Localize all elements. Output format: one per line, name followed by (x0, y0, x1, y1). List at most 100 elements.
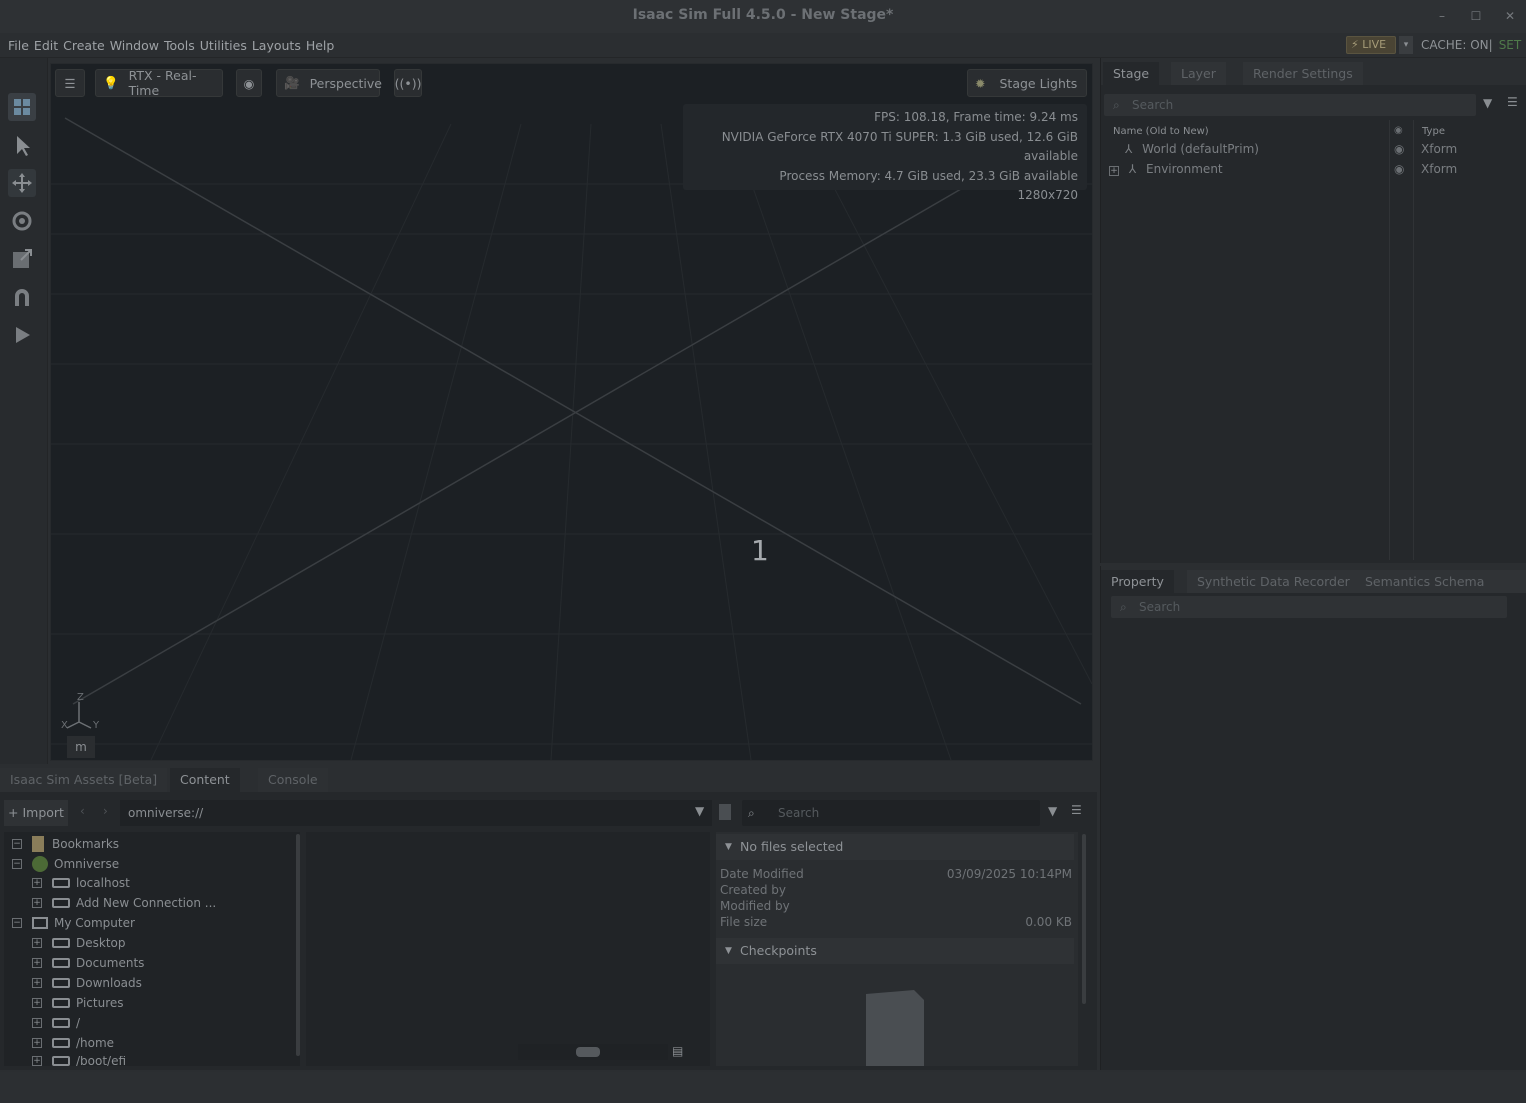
expand-icon[interactable]: + (32, 1038, 42, 1048)
content-search-input[interactable]: ⌕ Search (742, 800, 1040, 826)
tree-item-downloads[interactable]: + Downloads (32, 976, 142, 990)
expand-icon[interactable]: + (32, 998, 42, 1008)
back-button[interactable]: ‹ (80, 804, 85, 818)
play-button[interactable] (7, 320, 37, 350)
tree-item-boot-efi[interactable]: + /boot/efi (32, 1056, 126, 1066)
menu-layouts[interactable]: Layouts (252, 38, 301, 53)
drive-icon (52, 998, 70, 1008)
tree-item-bookmarks[interactable]: − Bookmarks (12, 836, 119, 852)
collapse-icon[interactable]: − (12, 839, 22, 849)
rotate-tool-button[interactable] (7, 206, 37, 236)
file-list[interactable]: ▤ (306, 832, 710, 1066)
path-dropdown-icon[interactable]: ▼ (695, 804, 704, 818)
expand-icon[interactable]: + (32, 898, 42, 908)
tree-item-my-computer[interactable]: − My Computer (12, 916, 135, 930)
tab-semantics-schema-editor[interactable]: Semantics Schema Editor (1355, 570, 1526, 612)
forward-button[interactable]: › (103, 804, 108, 818)
expand-icon[interactable]: + (1109, 166, 1119, 176)
filter-icon[interactable]: ▼ (1048, 804, 1057, 818)
tree-item-root[interactable]: + / (32, 1016, 80, 1030)
viewport[interactable]: ☰ 💡 RTX - Real-Time ◉ 🎥 Perspective ((•)… (50, 63, 1093, 761)
renderer-button[interactable]: 💡 RTX - Real-Time (95, 68, 223, 98)
live-button[interactable]: ⚡ LIVE (1346, 36, 1396, 54)
minimize-button[interactable]: – (1434, 8, 1450, 24)
tree-item-documents[interactable]: + Documents (32, 956, 144, 970)
tab-isaac-sim-assets[interactable]: Isaac Sim Assets [Beta] (0, 768, 168, 792)
eye-icon[interactable]: ◉ (1394, 142, 1404, 156)
resolution-stat: 1280x720 (1017, 188, 1078, 202)
visibility-button[interactable]: ◉ (236, 69, 262, 97)
maximize-button[interactable]: ☐ (1468, 8, 1484, 24)
tab-layer[interactable]: Layer (1171, 62, 1226, 85)
path-input[interactable]: omniverse:// (120, 800, 712, 826)
menu-window[interactable]: Window (110, 38, 159, 53)
property-search-input[interactable]: ⌕ Search (1111, 596, 1507, 618)
select-mode-button[interactable] (7, 92, 37, 122)
menu-tools[interactable]: Tools (164, 38, 195, 53)
options-menu-icon[interactable]: ☰ (1071, 803, 1082, 817)
thumbnail-size-slider[interactable] (518, 1044, 668, 1060)
snap-tool-button[interactable] (7, 282, 37, 312)
tree-item-omniverse[interactable]: − Omniverse (12, 856, 119, 872)
expand-icon[interactable]: + (32, 1056, 42, 1066)
tab-content[interactable]: Content (170, 768, 240, 792)
live-label: LIVE (1362, 38, 1387, 51)
list-view-icon[interactable]: ▤ (672, 1044, 683, 1058)
select-mode-icon (8, 93, 36, 121)
tree-item-home[interactable]: + /home (32, 1036, 114, 1050)
renderer-label: RTX - Real-Time (128, 68, 197, 98)
import-button[interactable]: + Import (4, 800, 68, 826)
tree-scrollbar[interactable] (296, 834, 300, 1056)
filter-icon[interactable]: ▼ (1483, 96, 1492, 110)
select-tool-button[interactable] (7, 130, 37, 160)
tree-item-pictures[interactable]: + Pictures (32, 996, 124, 1010)
cache-status: CACHE: ON| SET (1421, 38, 1521, 52)
column-type-header[interactable]: Type (1422, 126, 1445, 137)
viewport-settings-button[interactable]: ☰ (55, 69, 85, 97)
no-files-section[interactable]: ▼ No files selected (716, 834, 1074, 860)
scale-tool-button[interactable] (7, 244, 37, 274)
menu-icon[interactable]: ☰ (1507, 95, 1518, 109)
expand-icon[interactable]: + (32, 978, 42, 988)
tree-item-desktop[interactable]: + Desktop (32, 936, 126, 950)
search-icon: ⌕ (1120, 600, 1127, 614)
move-tool-button[interactable] (7, 168, 37, 198)
tab-stage[interactable]: Stage (1103, 62, 1160, 85)
menu-file[interactable]: File (8, 38, 29, 53)
menu-help[interactable]: Help (306, 38, 335, 53)
tab-property[interactable]: Property (1101, 570, 1174, 593)
stage-row-environment[interactable]: + ⅄ Environment (1109, 162, 1223, 176)
menu-utilities[interactable]: Utilities (200, 38, 247, 53)
camera-button[interactable]: 🎥 Perspective (276, 69, 382, 97)
tab-console[interactable]: Console (258, 768, 328, 792)
menu-create[interactable]: Create (63, 38, 105, 53)
expand-icon[interactable]: + (32, 938, 42, 948)
bookmark-icon[interactable] (719, 804, 731, 820)
set-label[interactable]: SET (1499, 38, 1522, 52)
stage-search-input[interactable]: ⌕ Search (1104, 94, 1476, 116)
move-icon (8, 169, 36, 197)
details-scrollbar[interactable] (1082, 834, 1086, 1004)
checkpoints-section[interactable]: ▼ Checkpoints (716, 938, 1074, 964)
tree-item-add-connection[interactable]: + Add New Connection ... (32, 896, 216, 910)
stage-lights-button[interactable]: ✹ Stage Lights (967, 69, 1087, 97)
eye-icon[interactable]: ◉ (1394, 162, 1404, 176)
broadcast-button[interactable]: ((•)) (394, 69, 422, 97)
collapse-icon[interactable]: − (12, 918, 22, 928)
tree-item-localhost[interactable]: + localhost (32, 876, 130, 890)
expand-icon[interactable]: + (32, 958, 42, 968)
close-button[interactable]: ✕ (1502, 8, 1518, 24)
server-icon (52, 878, 70, 888)
expand-icon[interactable]: + (32, 1018, 42, 1028)
expand-icon[interactable]: + (32, 878, 42, 888)
stage-row-world[interactable]: ⅄ World (defaultPrim) (1125, 142, 1259, 156)
live-dropdown-button[interactable]: ▾ (1399, 36, 1413, 54)
tab-render-settings[interactable]: Render Settings (1243, 62, 1363, 85)
collapse-icon[interactable]: − (12, 859, 22, 869)
eye-icon: ◉ (243, 75, 255, 91)
tab-synthetic-data-recorder[interactable]: Synthetic Data Recorder (1187, 570, 1360, 593)
column-name-header[interactable]: Name (Old to New) (1113, 126, 1209, 137)
date-modified-value: 03/09/2025 10:14PM (946, 867, 1072, 881)
slider-handle[interactable] (576, 1047, 600, 1057)
menu-edit[interactable]: Edit (34, 38, 58, 53)
